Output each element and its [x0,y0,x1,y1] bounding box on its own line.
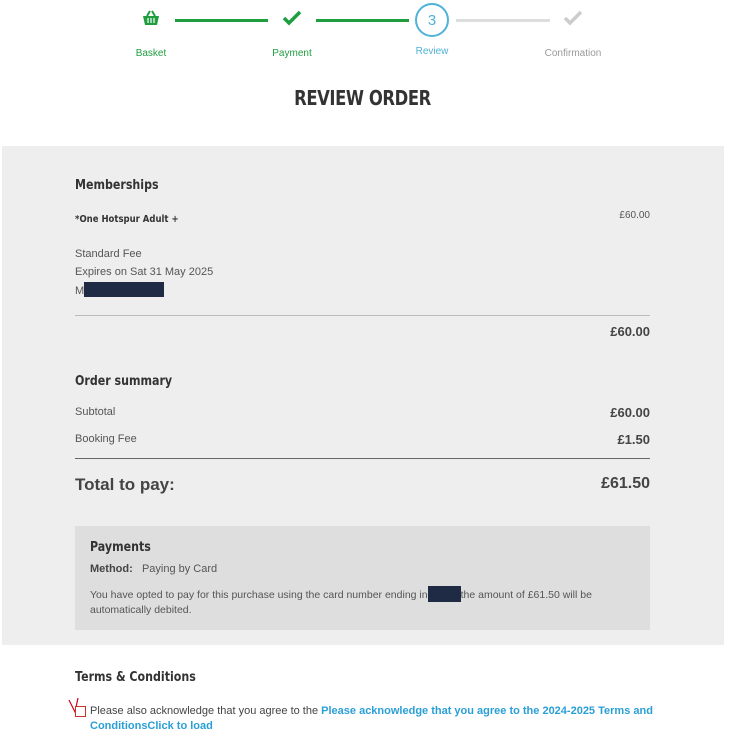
total-to-pay-value: £61.50 [601,475,650,492]
membership-member: M [75,282,165,297]
terms-text: Please also acknowledge that you agree t… [90,704,660,734]
step-label-basket: Basket [135,48,167,59]
divider [75,458,650,459]
step-basket[interactable]: Basket [101,0,201,59]
terms-heading: Terms & Conditions [75,670,196,685]
subtotal-value: £60.00 [610,405,650,420]
booking-fee-value: £1.50 [617,432,650,447]
redacted-card-digits [427,586,461,602]
step-label-review: Review [415,46,449,57]
membership-fee-type: Standard Fee [75,248,142,260]
order-summary-heading: Order summary [75,374,173,389]
checkout-stepper: Basket Payment 3 Review Confirmation [0,0,730,70]
step-review: 3 Review [382,0,482,57]
terms-text-prefix: Please also acknowledge that you agree t… [90,705,322,717]
redacted-member-number [84,282,165,297]
payments-heading: Payments [90,540,151,555]
payments-box: Payments Method: Paying by Card You have… [75,526,650,630]
step-confirmation: Confirmation [523,0,623,59]
divider [75,315,650,316]
subtotal-label: Subtotal [75,406,116,418]
page-title: REVIEW ORDER [294,86,431,110]
step-label-confirmation: Confirmation [544,48,602,59]
basket-icon [141,9,161,32]
payment-note: You have opted to pay for this purchase … [90,586,635,618]
step-number-badge: 3 [415,3,449,37]
membership-total: £60.00 [610,324,650,339]
membership-item-name: *One Hotspur Adult + [75,214,179,225]
method-value: Paying by Card [141,563,218,575]
check-icon [282,10,302,31]
step-label-payment: Payment [272,48,312,59]
step-payment[interactable]: Payment [242,0,342,59]
payment-note-before: You have opted to pay for this purchase … [90,589,428,601]
method-label: Method: [90,563,133,575]
membership-item-price: £60.00 [619,210,650,221]
member-prefix: M [75,285,85,297]
total-to-pay-label: Total to pay: [75,475,175,494]
payment-method: Method: Paying by Card [90,563,217,575]
booking-fee-label: Booking Fee [75,433,137,445]
memberships-heading: Memberships [75,178,159,193]
membership-expiry: Expires on Sat 31 May 2025 [75,266,214,278]
check-icon [563,10,583,31]
terms-checkbox[interactable] [75,706,86,717]
